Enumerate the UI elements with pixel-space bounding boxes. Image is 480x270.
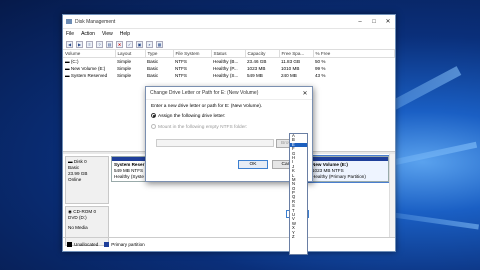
table-cell: 1023 MB	[247, 65, 266, 71]
dropdown-option[interactable]	[290, 248, 307, 252]
table-cell: 549 MB	[247, 72, 263, 78]
table-cell: Healthy (S...	[213, 72, 239, 78]
vertical-scrollbar[interactable]	[389, 154, 395, 237]
volume-table: Volume Layout Type File System Status Ca…	[63, 50, 395, 79]
table-cell: Simple	[117, 72, 132, 78]
ok-button[interactable]: OK	[238, 160, 268, 169]
table-cell: 23.46 GB	[247, 58, 267, 64]
column-header[interactable]: Capacity	[245, 50, 280, 58]
table-cell: 43 %	[315, 72, 326, 78]
mount-folder-radio[interactable]	[151, 123, 156, 129]
table-cell: Healthy (B...	[213, 58, 239, 64]
mount-path-field[interactable]	[156, 139, 274, 147]
help-icon[interactable]: ?	[96, 40, 103, 48]
table-cell: 240 MB	[281, 72, 297, 78]
assign-letter-radio[interactable]	[151, 113, 156, 118]
cdrom-type: DVD (D:)	[68, 215, 87, 220]
table-row[interactable]: ▬ New Volume (E:) Simple Basic NTFS Heal…	[63, 65, 395, 72]
menu-bar: File Action View Help	[63, 29, 395, 39]
column-header[interactable]: File System	[173, 50, 212, 58]
partition-status: Healthy (Primary Partition)	[312, 174, 366, 179]
table-cell: Simple	[117, 58, 132, 64]
legend: Unallocated Primary partition	[63, 237, 395, 251]
open-icon[interactable]: ▣	[136, 40, 143, 48]
unallocated-swatch	[67, 242, 72, 248]
assign-letter-label: Assign the following drive letter:	[158, 113, 226, 119]
checklist-icon[interactable]: ✓	[126, 40, 133, 48]
volume-name: ▬ System Reserved	[65, 72, 108, 78]
table-cell: Basic	[147, 65, 159, 71]
dialog-prompt: Enter a new drive letter or path for E: …	[151, 104, 263, 109]
column-header[interactable]: Type	[145, 50, 174, 58]
properties-icon[interactable]: ▤	[106, 40, 113, 48]
table-cell: Simple	[117, 65, 132, 71]
dialog-body: Enter a new drive letter or path for E: …	[146, 100, 312, 148]
column-header[interactable]: Status	[211, 50, 246, 58]
dialog-title-bar: Change Drive Letter or Path for E: (New …	[146, 87, 312, 100]
table-cell: NTFS	[175, 72, 187, 78]
dialog-close-button[interactable]: ✕	[298, 90, 312, 97]
legend-unallocated: Unallocated	[67, 242, 98, 248]
table-cell: Basic	[147, 58, 159, 64]
table-cell: Healthy (P...	[213, 65, 238, 71]
column-header[interactable]: Free Spa...	[279, 50, 314, 58]
title-bar: Disk Management – □ ✕	[63, 15, 395, 29]
back-icon[interactable]: ◀	[66, 40, 73, 48]
close-button[interactable]: ✕	[381, 18, 395, 25]
minimize-button[interactable]: –	[353, 19, 367, 25]
partition-bar	[310, 157, 388, 161]
assign-letter-option[interactable]: Assign the following drive letter:	[151, 113, 307, 119]
table-cell: 1010 MB	[281, 65, 300, 71]
mount-folder-option[interactable]: Mount in the following empty NTFS folder…	[151, 123, 307, 130]
table-cell: NTFS	[175, 58, 187, 64]
table-cell: NTFS	[175, 65, 187, 71]
disk-0-label[interactable]: ▬ Disk 0 Basic 23.99 GB Online	[65, 156, 109, 204]
table-row[interactable]: ▬ (C:) Simple Basic NTFS Healthy (B... 2…	[63, 58, 395, 65]
table-cell: 99 %	[315, 65, 326, 71]
mount-folder-label: Mount in the following empty NTFS folder…	[158, 124, 248, 130]
change-drive-letter-dialog: Change Drive Letter or Path for E: (New …	[145, 86, 313, 218]
window-title: Disk Management	[75, 18, 116, 25]
toolbar: ◀ ▶ ≡ ? ▤ ✕ ✓ ▣ ⌕ ▦	[63, 39, 395, 50]
primary-swatch	[104, 242, 110, 248]
drive-letter-dropdown: ABEFGHIJKLMNOPQRSTUVWXYZ	[289, 133, 308, 255]
menu-file[interactable]: File	[66, 31, 74, 37]
cdrom-media: No Media	[68, 225, 88, 230]
column-header[interactable]: Volume	[63, 50, 116, 58]
forward-icon[interactable]: ▶	[76, 40, 83, 48]
table-cell: 11.83 GB	[281, 58, 301, 64]
table-cell: Basic	[147, 72, 159, 78]
column-header[interactable]: Layout	[115, 50, 146, 58]
disk-state: Online	[68, 177, 82, 182]
volume-name: ▬ (C:)	[65, 58, 79, 64]
legend-primary: Primary partition	[104, 242, 145, 248]
table-row[interactable]: ▬ System Reserved Simple Basic NTFS Heal…	[63, 72, 395, 79]
table-cell: 50 %	[315, 58, 326, 64]
volume-name: ▬ New Volume (E:)	[65, 65, 106, 71]
dialog-title: Change Drive Letter or Path for E: (New …	[150, 90, 259, 96]
app-icon	[66, 19, 72, 24]
menu-view[interactable]: View	[102, 31, 113, 37]
search-icon[interactable]: ⌕	[146, 40, 153, 48]
grid-icon[interactable]: ▦	[156, 40, 163, 48]
menu-help[interactable]: Help	[120, 31, 130, 37]
partition-new-volume[interactable]: New Volume (E:) 1023 MB NTFS Healthy (Pr…	[308, 155, 390, 183]
menu-action[interactable]: Action	[81, 31, 95, 37]
delete-icon[interactable]: ✕	[116, 40, 123, 48]
maximize-button[interactable]: □	[367, 19, 381, 25]
column-header[interactable]: % Free	[313, 50, 395, 58]
list-icon[interactable]: ≡	[86, 40, 93, 48]
